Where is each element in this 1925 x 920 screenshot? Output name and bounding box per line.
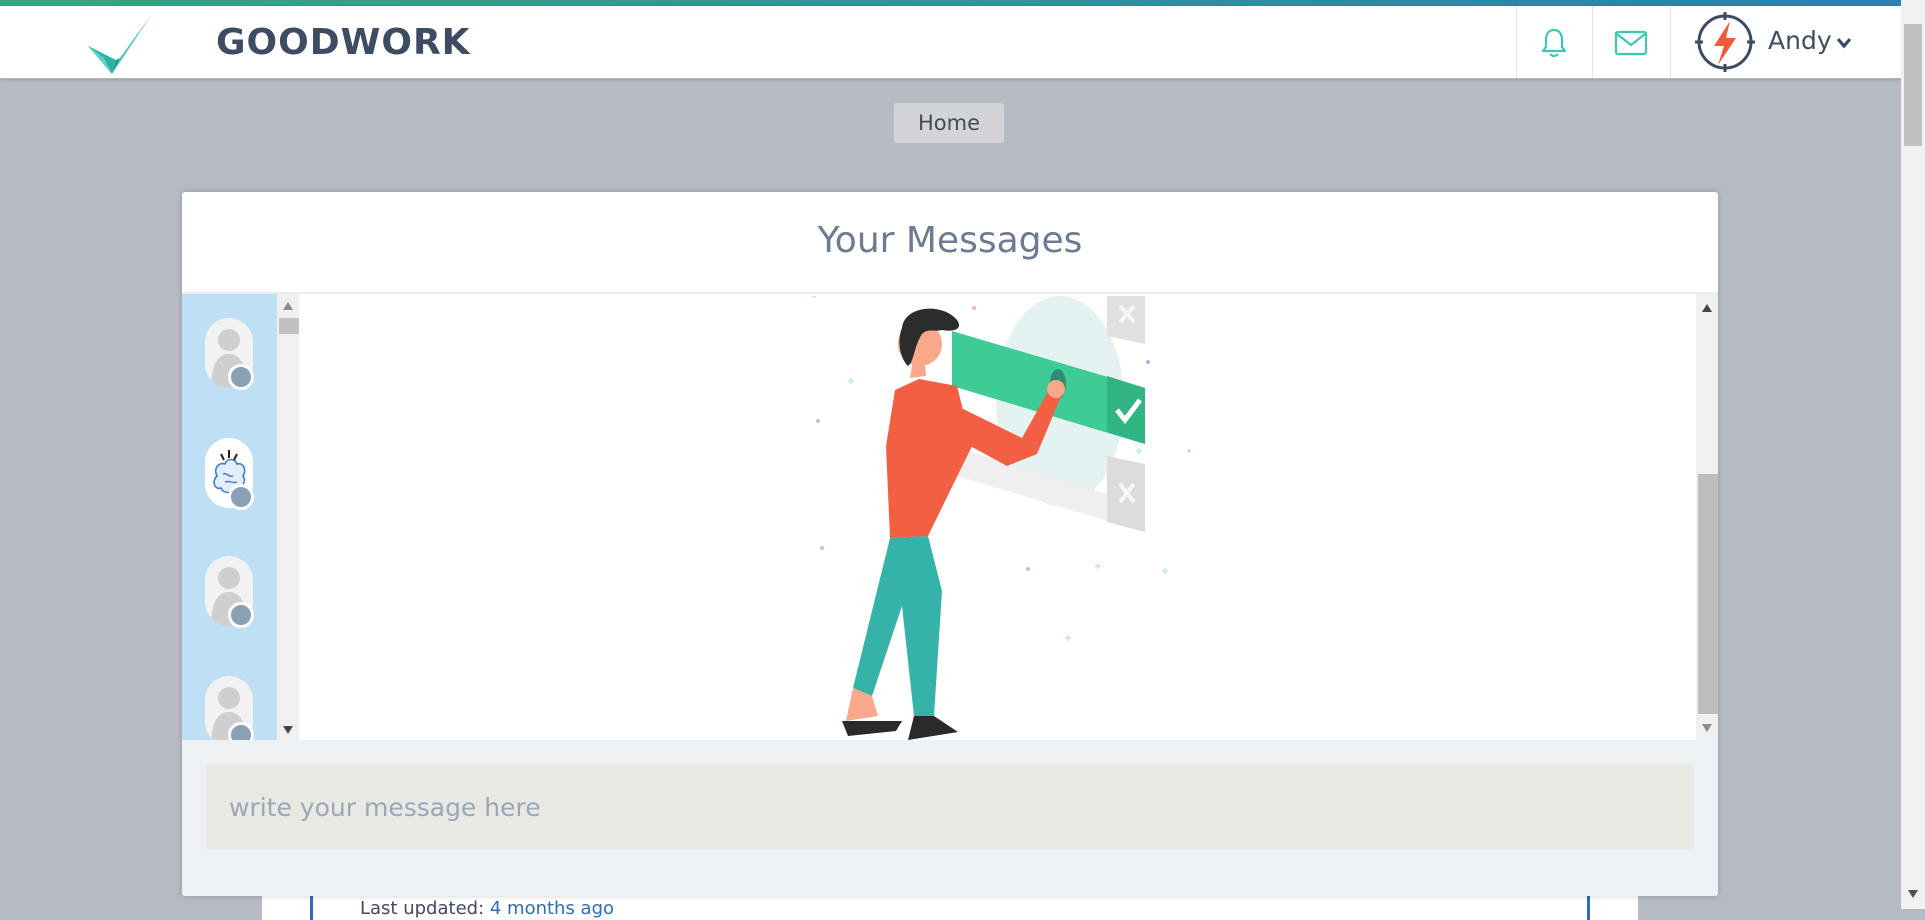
- modal-divider: [182, 292, 1718, 294]
- contact-item[interactable]: [205, 318, 255, 390]
- scroll-down-arrow-icon[interactable]: [1908, 890, 1918, 898]
- empty-state-illustration: [812, 296, 1191, 740]
- navbar-divider: [1592, 6, 1593, 78]
- message-thread-scrollbar[interactable]: [1696, 294, 1718, 740]
- scroll-up-arrow-icon[interactable]: [1702, 304, 1712, 312]
- contact-item[interactable]: [205, 438, 255, 510]
- messages-button[interactable]: [1611, 23, 1651, 63]
- compose-bar: [182, 740, 1718, 896]
- contact-item[interactable]: [205, 556, 255, 628]
- user-avatar[interactable]: [1694, 11, 1756, 73]
- user-menu-name[interactable]: Andy: [1768, 26, 1832, 55]
- chevron-down-icon[interactable]: [1836, 37, 1852, 49]
- message-input[interactable]: [206, 764, 1694, 850]
- navbar: GOODWORK Andy: [0, 6, 1901, 79]
- message-thread-area: [302, 296, 1688, 740]
- page-scroll-thumb[interactable]: [1904, 24, 1922, 146]
- scroll-up-arrow-icon[interactable]: [283, 302, 293, 310]
- notifications-button[interactable]: [1534, 23, 1574, 63]
- messages-modal: Your Messages: [182, 192, 1718, 896]
- contact-list-scrollbar[interactable]: [277, 294, 299, 740]
- home-breadcrumb-button[interactable]: Home: [893, 102, 1005, 144]
- contact-item[interactable]: [205, 676, 255, 748]
- navbar-divider: [1670, 6, 1671, 78]
- contact-list-scroll-thumb[interactable]: [279, 318, 299, 334]
- logo-checkmark-icon[interactable]: [86, 12, 156, 78]
- status-dot: [228, 364, 254, 390]
- navbar-divider: [1516, 6, 1517, 78]
- mail-icon: [1614, 30, 1648, 56]
- brand-name[interactable]: GOODWORK: [216, 22, 471, 63]
- contact-list: [182, 294, 277, 748]
- message-thread-scroll-thumb[interactable]: [1698, 474, 1718, 714]
- status-dot: [228, 602, 254, 628]
- page-scrollbar[interactable]: [1901, 0, 1925, 909]
- scroll-down-arrow-icon[interactable]: [1702, 724, 1712, 732]
- bell-icon: [1541, 28, 1567, 58]
- modal-title: Your Messages: [817, 220, 1083, 261]
- status-dot: [228, 484, 254, 510]
- scroll-down-arrow-icon[interactable]: [283, 726, 293, 734]
